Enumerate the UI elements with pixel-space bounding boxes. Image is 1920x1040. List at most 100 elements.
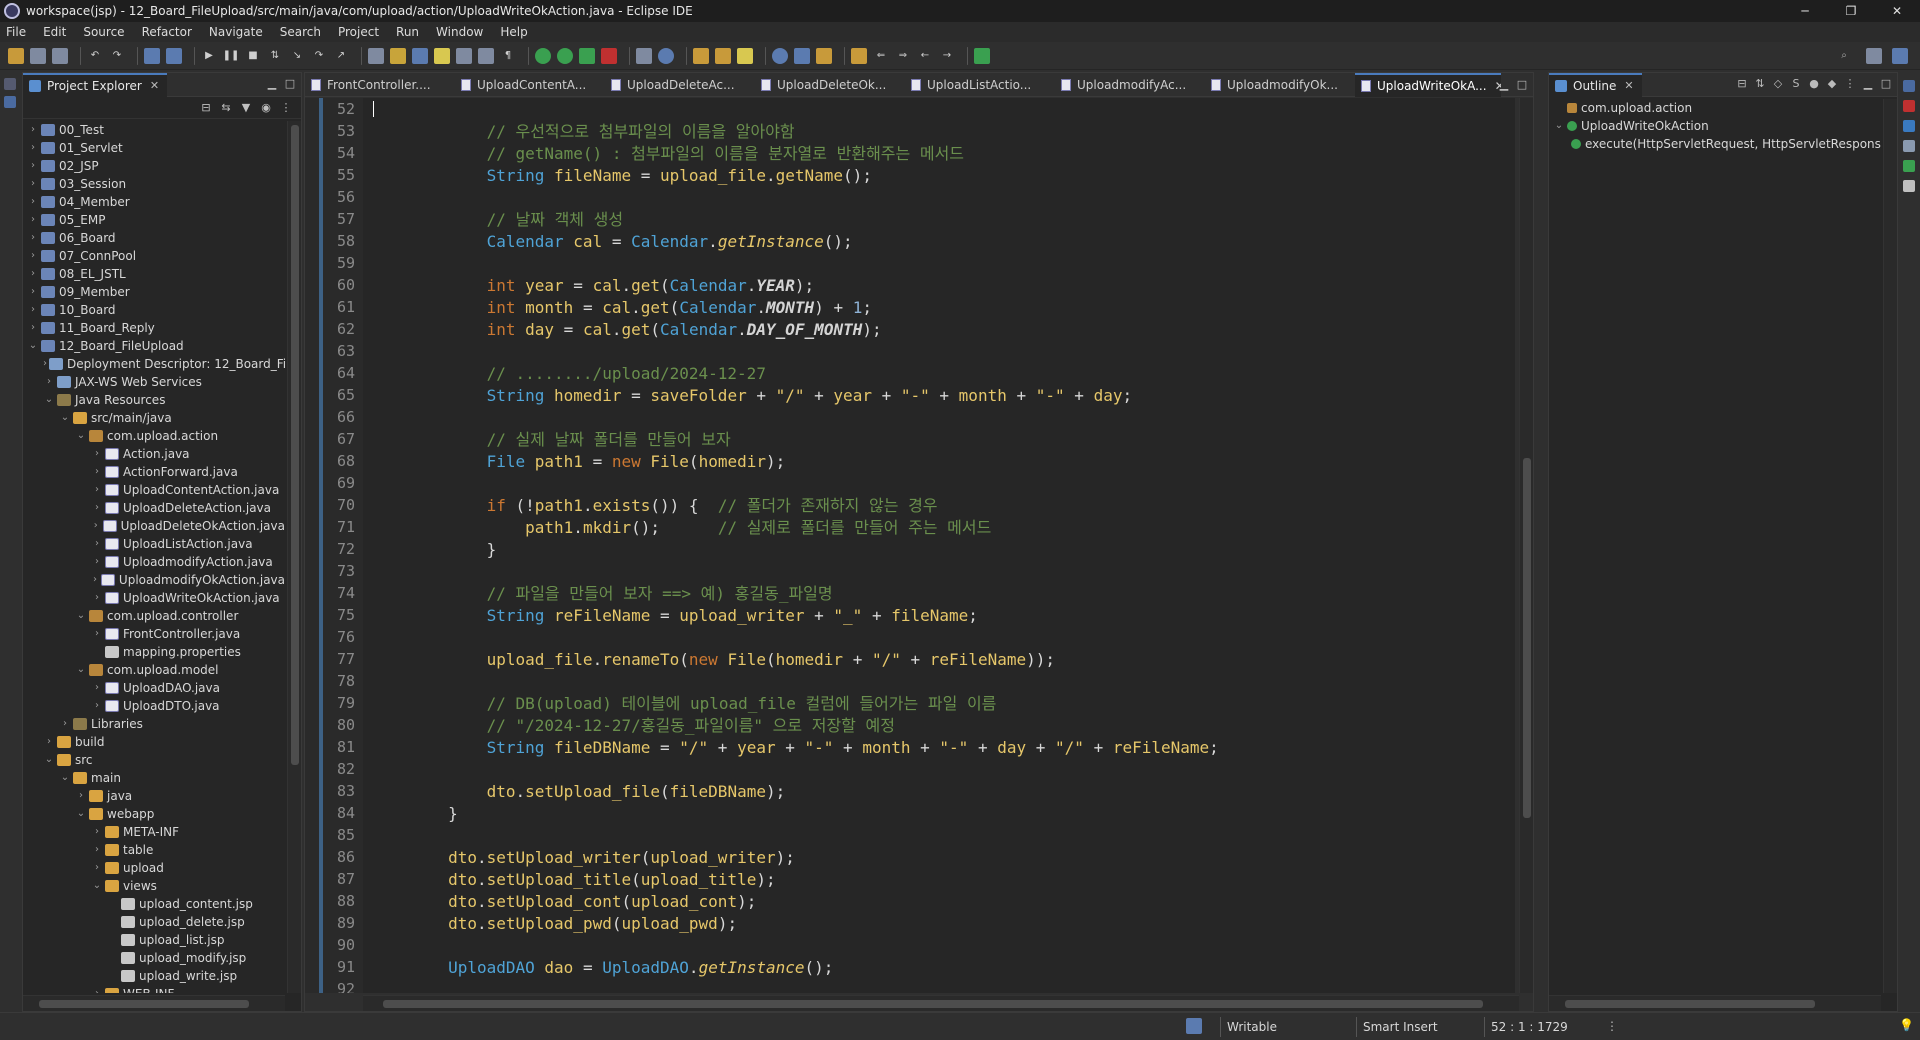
chevron-down-icon[interactable]: ⌄ <box>59 409 71 427</box>
code-line[interactable]: Calendar cal = Calendar.getInstance(); <box>371 231 853 253</box>
open-folder-icon[interactable] <box>693 47 709 64</box>
menu-run[interactable]: Run <box>396 25 419 39</box>
chevron-right-icon[interactable]: › <box>27 157 39 175</box>
close-icon[interactable]: ✕ <box>1624 79 1633 92</box>
view-menu-icon[interactable]: ⋮ <box>279 101 293 115</box>
code-line[interactable]: int day = cal.get(Calendar.DAY_OF_MONTH)… <box>371 319 882 341</box>
scroll-thumb[interactable] <box>39 1000 249 1008</box>
chevron-down-icon[interactable]: ⌄ <box>59 769 71 787</box>
code-line[interactable]: if (!path1.exists()) { // 폴더가 존재하지 않는 경우 <box>371 495 938 517</box>
step-into-icon[interactable]: ↘ <box>289 48 305 64</box>
outline-item[interactable]: ⌄ UploadWriteOkAction <box>1549 117 1881 135</box>
code-line[interactable]: String reFileName = upload_writer + "_" … <box>371 605 978 627</box>
tree-item[interactable]: › 04_Member <box>23 193 285 211</box>
editor-tab[interactable]: UploadWriteOkA...✕ <box>1355 72 1501 97</box>
tree-item[interactable]: › 09_Member <box>23 283 285 301</box>
search-tb-icon[interactable] <box>412 47 428 64</box>
hide-static-icon[interactable]: S <box>1789 77 1803 91</box>
chevron-right-icon[interactable]: › <box>27 301 39 319</box>
tree-item[interactable]: › 02_JSP <box>23 157 285 175</box>
tree-item[interactable]: ⌄ src/main/java <box>23 409 285 427</box>
tree-item[interactable]: ⌄ views <box>23 877 285 895</box>
chevron-right-icon[interactable]: › <box>91 499 103 517</box>
tree-item[interactable]: › JAX-WS Web Services <box>23 373 285 391</box>
save-all-icon[interactable] <box>52 47 68 64</box>
chevron-right-icon[interactable]: › <box>91 697 103 715</box>
chevron-right-icon[interactable]: › <box>91 553 103 571</box>
editor-tab[interactable]: UploadDeleteAc... <box>605 73 755 97</box>
restore-icon[interactable] <box>1903 80 1915 92</box>
minimize-icon[interactable]: ▁ <box>1497 78 1511 92</box>
prev-edit-icon[interactable]: ⇐ <box>873 48 889 64</box>
tree-item[interactable]: upload_modify.jsp <box>23 949 285 967</box>
chevron-down-icon[interactable]: ⌄ <box>75 661 87 679</box>
chevron-right-icon[interactable]: › <box>91 679 103 697</box>
view-menu-icon[interactable]: ⋮ <box>1843 77 1857 91</box>
maximize-icon[interactable]: □ <box>283 77 297 91</box>
tree-item[interactable]: › 00_Test <box>23 121 285 139</box>
servers-icon[interactable] <box>1903 160 1915 172</box>
tree-item[interactable]: ⌄ webapp <box>23 805 285 823</box>
chevron-right-icon[interactable]: › <box>91 481 103 499</box>
next-annotation-icon[interactable] <box>851 47 867 64</box>
chevron-right-icon[interactable]: › <box>27 229 39 247</box>
tree-item[interactable]: › Libraries <box>23 715 285 733</box>
pin-editor-icon[interactable] <box>974 47 990 64</box>
brush-icon[interactable] <box>737 47 753 64</box>
link-editor-icon[interactable]: ⇆ <box>219 101 233 115</box>
tree-item[interactable]: › ActionForward.java <box>23 463 285 481</box>
scroll-thumb[interactable] <box>1565 1000 1815 1008</box>
new-class-icon[interactable] <box>658 47 674 64</box>
maximize-icon[interactable]: □ <box>1879 77 1893 91</box>
chevron-right-icon[interactable]: › <box>91 841 103 859</box>
chevron-right-icon[interactable]: › <box>43 373 55 391</box>
menu-search[interactable]: Search <box>280 25 321 39</box>
restore-icon[interactable] <box>4 78 16 90</box>
outline-vscroll[interactable] <box>1883 99 1897 993</box>
outline-item[interactable]: com.upload.action <box>1549 99 1881 117</box>
hide-nonpublic-icon[interactable]: ● <box>1807 77 1821 91</box>
suspend-icon[interactable]: ❚❚ <box>223 48 240 64</box>
minimized-view-icon[interactable] <box>4 96 16 108</box>
toggle-icon[interactable] <box>456 47 472 64</box>
chevron-right-icon[interactable]: › <box>91 859 103 877</box>
chevron-right-icon[interactable]: › <box>27 139 39 157</box>
tree-item[interactable]: ⌄ main <box>23 769 285 787</box>
tree-item[interactable]: › UploadDeleteOkAction.java <box>23 517 285 535</box>
step-over-icon[interactable]: ↷ <box>311 48 327 64</box>
minimize-icon[interactable]: ▁ <box>265 77 279 91</box>
tree-item[interactable]: › UploadDeleteAction.java <box>23 499 285 517</box>
external-tools-icon[interactable] <box>601 47 617 64</box>
chevron-right-icon[interactable]: › <box>91 625 103 643</box>
redo-icon[interactable]: ↷ <box>109 48 125 64</box>
tree-item[interactable]: › 10_Board <box>23 301 285 319</box>
search-icon[interactable]: ⌕ <box>1836 48 1852 64</box>
tree-item[interactable]: ⌄ com.upload.action <box>23 427 285 445</box>
menu-refactor[interactable]: Refactor <box>142 25 192 39</box>
tree-item[interactable]: › 08_EL_JSTL <box>23 265 285 283</box>
editor-vscroll[interactable] <box>1519 98 1533 993</box>
chevron-right-icon[interactable]: › <box>27 175 39 193</box>
tree-item[interactable]: › UploadWriteOkAction.java <box>23 589 285 607</box>
focus-icon[interactable]: ◉ <box>259 101 273 115</box>
debug-view-icon[interactable] <box>794 47 810 64</box>
tree-item[interactable]: › java <box>23 787 285 805</box>
run-icon[interactable] <box>557 47 573 64</box>
tree-item[interactable]: ⌄ Java Resources <box>23 391 285 409</box>
coverage-icon[interactable] <box>579 47 595 64</box>
tree-item[interactable]: ⌄ src <box>23 751 285 769</box>
chevron-right-icon[interactable]: › <box>91 823 103 841</box>
new-icon[interactable] <box>8 47 24 64</box>
outline-hscroll[interactable] <box>1549 995 1881 1011</box>
open-file-icon[interactable] <box>715 47 731 64</box>
code-line[interactable]: // "/2024-12-27/홍길동_파일이름" 으로 저장할 예정 <box>371 715 895 737</box>
chevron-right-icon[interactable]: › <box>27 265 39 283</box>
minimize-icon[interactable]: ▁ <box>1861 77 1875 91</box>
tree-item[interactable]: › UploadmodifyOkAction.java <box>23 571 285 589</box>
tree-item[interactable]: › WEB-INF <box>23 985 285 993</box>
tree-item[interactable]: upload_delete.jsp <box>23 913 285 931</box>
chevron-right-icon[interactable]: › <box>91 589 103 607</box>
console-icon[interactable] <box>1903 180 1915 192</box>
code-editor[interactable]: 52 53 54 55 56 57 58 59 60 61 62 63 64 65 66 67 68 69 70 71… <box>305 98 1515 993</box>
close-icon[interactable]: ✕ <box>150 79 159 92</box>
